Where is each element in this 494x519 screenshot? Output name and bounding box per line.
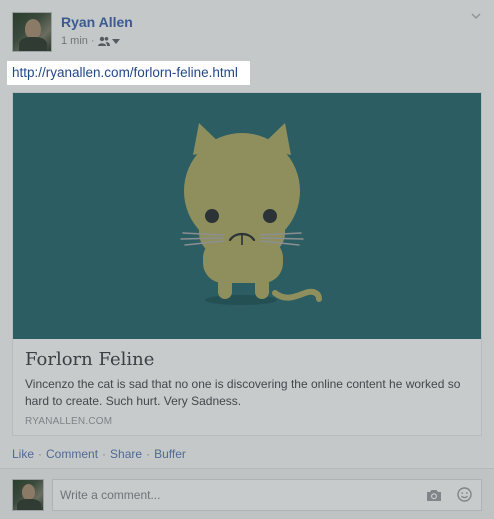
share-link[interactable]: Share [110, 447, 142, 461]
comment-input[interactable] [52, 479, 482, 511]
post-actions: Like · Comment · Share · Buffer [12, 447, 186, 461]
post-meta: 1 min · [61, 35, 120, 47]
preview-domain: RYANALLEN.COM [25, 416, 113, 427]
audience-selector[interactable] [97, 36, 120, 46]
caret-down-icon [111, 38, 120, 44]
avatar-face [22, 484, 35, 500]
buffer-link[interactable]: Buffer [154, 447, 186, 461]
sad-cat-illustration [180, 123, 322, 305]
avatar-body [19, 37, 47, 51]
avatar-body [17, 499, 41, 510]
author-avatar[interactable] [12, 12, 52, 52]
action-separator: · [38, 447, 43, 461]
action-separator: · [102, 447, 107, 461]
post-card: Ryan Allen 1 min · http://ryanallen.com/… [0, 0, 494, 519]
post-time[interactable]: 1 min [61, 35, 88, 47]
friends-icon [97, 36, 110, 46]
chevron-down-icon[interactable] [470, 10, 482, 22]
post-url[interactable]: http://ryanallen.com/forlorn-feline.html [12, 65, 238, 80]
preview-title[interactable]: Forlorn Feline [25, 349, 154, 370]
commenter-avatar [12, 479, 44, 511]
like-link[interactable]: Like [12, 447, 34, 461]
comment-link[interactable]: Comment [46, 447, 98, 461]
emoji-icon[interactable] [457, 487, 472, 502]
action-separator: · [146, 447, 151, 461]
avatar-face [25, 19, 41, 39]
author-name[interactable]: Ryan Allen [61, 14, 133, 30]
meta-separator: · [90, 35, 95, 47]
camera-icon[interactable] [426, 488, 442, 502]
link-preview[interactable]: Forlorn Feline Vincenzo the cat is sad t… [12, 92, 482, 436]
preview-image[interactable] [13, 93, 481, 339]
preview-description: Vincenzo the cat is sad that no one is d… [25, 377, 461, 408]
